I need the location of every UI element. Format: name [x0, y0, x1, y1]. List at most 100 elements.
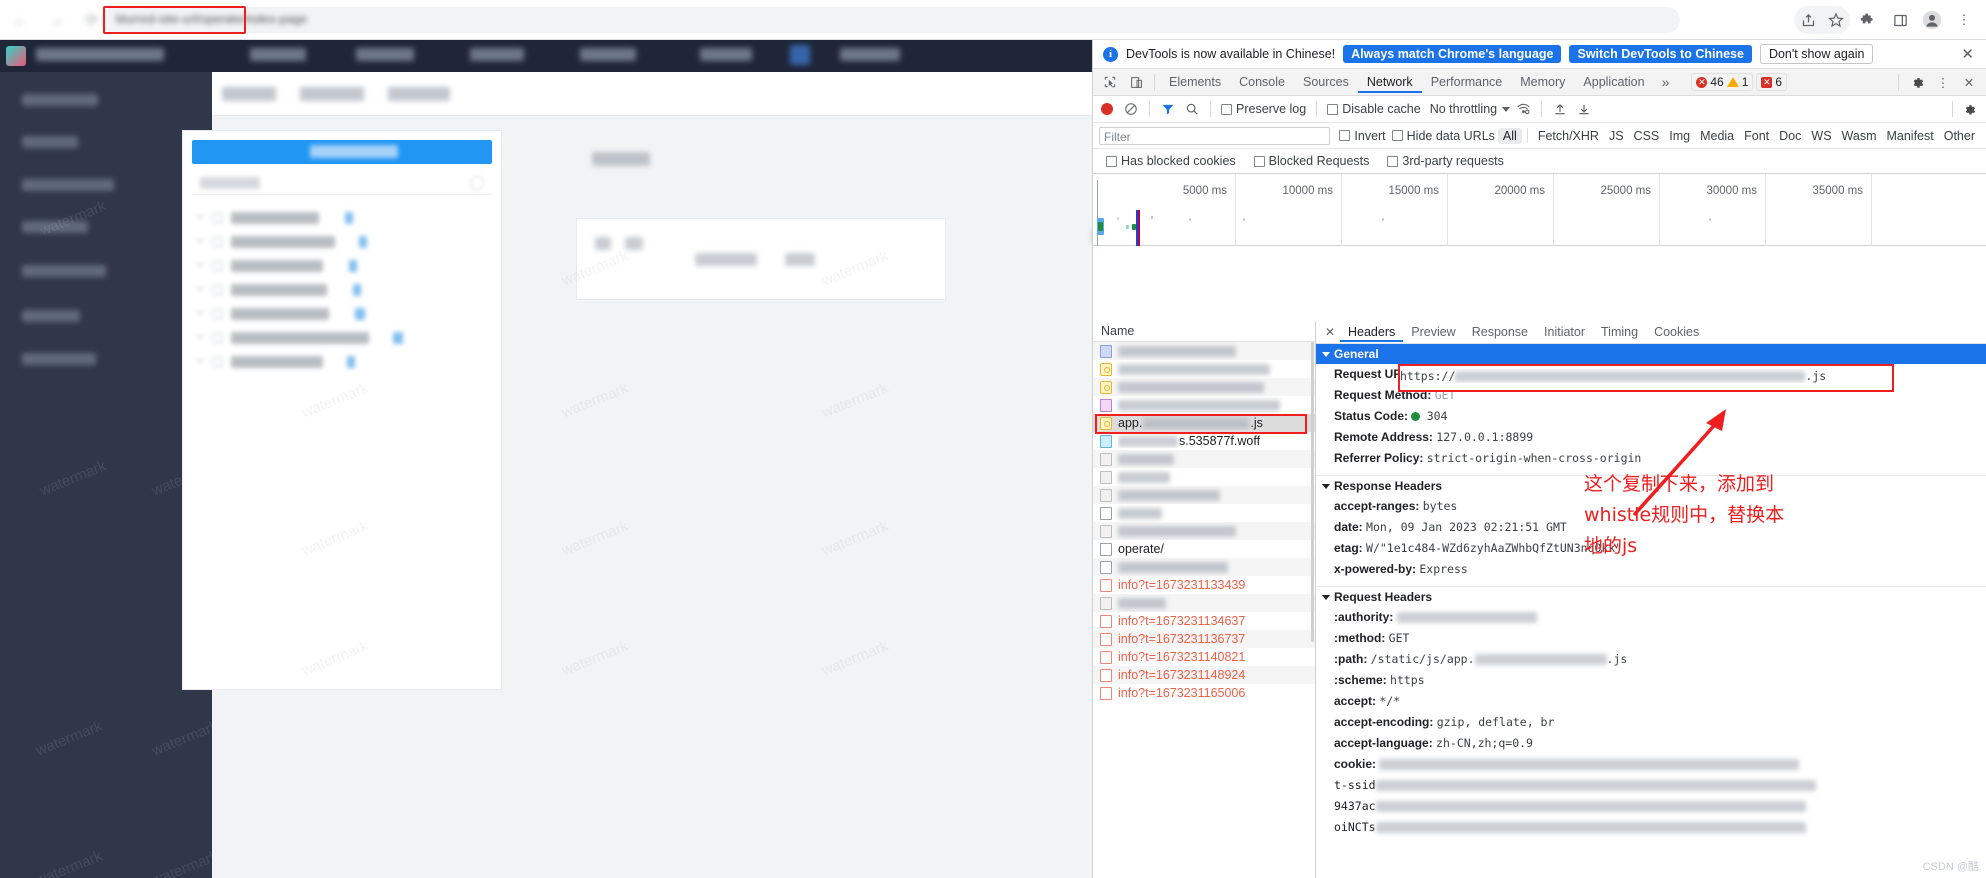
section-general-header[interactable]: General	[1316, 344, 1986, 364]
tree-checkbox[interactable]	[213, 285, 223, 295]
tree-checkbox[interactable]	[213, 237, 223, 247]
devtools-close-icon[interactable]: ✕	[1956, 71, 1982, 93]
detail-tab-headers[interactable]: Headers	[1340, 322, 1403, 342]
tab-application[interactable]: Application	[1574, 71, 1653, 93]
address-bar[interactable]: blurred-site-url/operate/index-page	[100, 7, 1680, 33]
table-row[interactable]: operate/	[1093, 540, 1315, 558]
table-row[interactable]	[1093, 450, 1315, 468]
topbar-nav-6[interactable]	[840, 48, 900, 61]
table-row[interactable]	[1093, 396, 1315, 414]
type-filter-fetch-xhr[interactable]: Fetch/XHR	[1533, 128, 1604, 144]
table-row[interactable]	[1093, 468, 1315, 486]
sidebar-item-2[interactable]	[22, 136, 78, 148]
has-blocked-cookies-checkbox[interactable]: Has blocked cookies	[1103, 154, 1239, 168]
sidebar-item-1[interactable]	[22, 94, 98, 106]
chevron-right-icon[interactable]	[197, 336, 203, 338]
type-filter-doc[interactable]: Doc	[1774, 128, 1806, 144]
section-request-headers-header[interactable]: Request Headers	[1316, 586, 1986, 607]
preserve-log-checkbox[interactable]: Preserve log	[1218, 102, 1309, 116]
record-button[interactable]	[1101, 103, 1113, 115]
more-tabs-icon[interactable]: »	[1654, 74, 1678, 90]
type-filter-img[interactable]: Img	[1664, 128, 1695, 144]
tab-console[interactable]: Console	[1230, 71, 1294, 93]
chevron-right-icon[interactable]	[197, 264, 203, 266]
topbar-badge[interactable]	[790, 45, 810, 65]
forward-button[interactable]: →	[44, 8, 68, 32]
chevron-right-icon[interactable]	[197, 360, 203, 362]
clear-icon[interactable]	[1120, 99, 1142, 119]
table-row[interactable]	[1093, 486, 1315, 504]
search-icon[interactable]	[470, 176, 484, 190]
devtools-more-options-icon[interactable]: ⋮	[1930, 71, 1956, 93]
throttling-dropdown[interactable]: No throttling	[1430, 102, 1511, 116]
table-row[interactable]: info?t=1673231134637	[1093, 612, 1315, 630]
share-icon[interactable]	[1794, 6, 1822, 34]
chevron-right-icon[interactable]	[197, 288, 203, 290]
chevron-right-icon[interactable]	[197, 216, 203, 218]
back-button[interactable]: ←	[8, 8, 32, 32]
topbar-nav-3[interactable]	[470, 48, 524, 61]
table-row[interactable]: info?t=1673231148924	[1093, 666, 1315, 684]
extensions-puzzle-icon[interactable]	[1854, 6, 1882, 34]
tree-checkbox[interactable]	[213, 333, 223, 343]
topbar-nav-2[interactable]	[356, 48, 414, 61]
sidebar-item-3[interactable]	[22, 179, 114, 191]
dont-show-again-button[interactable]: Don't show again	[1759, 44, 1874, 64]
tree-checkbox[interactable]	[213, 213, 223, 223]
table-row[interactable]	[1093, 522, 1315, 540]
tab-memory[interactable]: Memory	[1511, 71, 1574, 93]
section-response-headers-header[interactable]: Response Headers	[1316, 475, 1986, 496]
filter-input[interactable]: Filter	[1099, 126, 1331, 145]
topbar-brand[interactable]	[36, 48, 164, 61]
sidebar-item-6[interactable]	[22, 310, 80, 322]
side-panel-icon[interactable]	[1886, 6, 1914, 34]
profile-avatar-icon[interactable]	[1918, 6, 1946, 34]
tab-performance[interactable]: Performance	[1422, 71, 1512, 93]
type-filter-all[interactable]: All	[1497, 127, 1522, 144]
inspect-element-icon[interactable]	[1097, 71, 1123, 93]
detail-tab-timing[interactable]: Timing	[1593, 322, 1646, 342]
sidebar-item-5[interactable]	[22, 265, 106, 277]
tree-checkbox[interactable]	[213, 309, 223, 319]
table-row[interactable]: info?t=1673231136737	[1093, 630, 1315, 648]
network-conditions-icon[interactable]	[1512, 99, 1534, 119]
invert-checkbox[interactable]: Invert	[1336, 129, 1388, 143]
detail-tab-preview[interactable]: Preview	[1403, 322, 1463, 342]
tab-network[interactable]: Network	[1358, 71, 1422, 93]
network-request-list[interactable]: Name app. .js s.535877f.woff operate/ in…	[1093, 321, 1316, 878]
tree-checkbox[interactable]	[213, 261, 223, 271]
type-filter-ws[interactable]: WS	[1806, 128, 1836, 144]
import-har-icon[interactable]	[1549, 99, 1571, 119]
table-row[interactable]: info?t=1673231165006	[1093, 684, 1315, 702]
request-list-column-header[interactable]: Name	[1093, 321, 1315, 342]
type-filter-other[interactable]: Other	[1939, 128, 1980, 144]
breadcrumb-3[interactable]	[388, 87, 450, 101]
tree-search-input[interactable]	[192, 173, 492, 195]
table-row[interactable]	[1093, 342, 1315, 360]
table-row[interactable]	[1093, 378, 1315, 396]
tab-sources[interactable]: Sources	[1294, 71, 1358, 93]
topbar-nav-5[interactable]	[700, 48, 752, 61]
type-filter-wasm[interactable]: Wasm	[1837, 128, 1882, 144]
close-detail-icon[interactable]: ✕	[1320, 325, 1340, 339]
detail-tab-cookies[interactable]: Cookies	[1646, 322, 1707, 342]
network-settings-gear-icon[interactable]	[1958, 99, 1980, 119]
always-match-language-button[interactable]: Always match Chrome's language	[1343, 45, 1562, 63]
type-filter-js[interactable]: JS	[1604, 128, 1629, 144]
table-row[interactable]	[1093, 594, 1315, 612]
detail-tab-initiator[interactable]: Initiator	[1536, 322, 1593, 342]
type-filter-css[interactable]: CSS	[1629, 128, 1665, 144]
table-row[interactable]: s.535877f.woff	[1093, 432, 1315, 450]
chevron-right-icon[interactable]	[197, 240, 203, 242]
type-filter-manifest[interactable]: Manifest	[1881, 128, 1938, 144]
request-list-scrollbar[interactable]	[1310, 342, 1315, 812]
topbar-nav-1[interactable]	[250, 48, 306, 61]
hide-data-urls-checkbox[interactable]: Hide data URLs	[1389, 129, 1498, 143]
gear-icon[interactable]	[1904, 71, 1930, 93]
error-warning-counter[interactable]: ✕ 46 1	[1691, 73, 1754, 91]
blocked-requests-checkbox[interactable]: Blocked Requests	[1251, 154, 1373, 168]
issues-counter[interactable]: ✕ 6	[1756, 73, 1788, 91]
chrome-menu-icon[interactable]: ⋮	[1950, 6, 1978, 34]
detail-tab-response[interactable]: Response	[1464, 322, 1536, 342]
table-row-selected[interactable]: app. .js	[1093, 414, 1315, 432]
